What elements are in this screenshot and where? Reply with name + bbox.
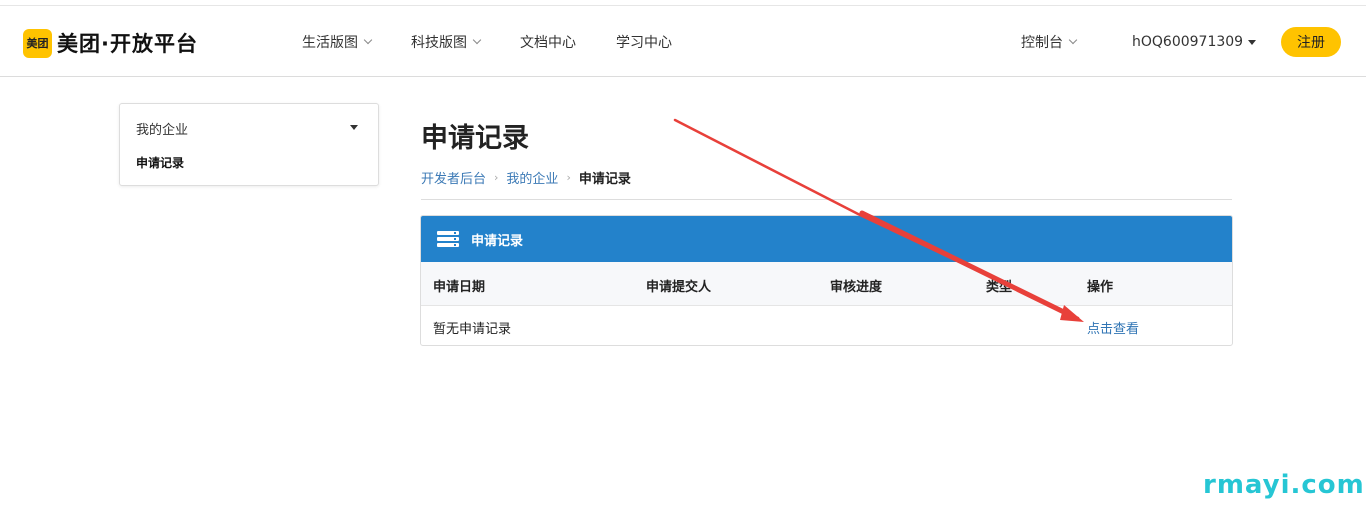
caret-down-icon bbox=[1248, 39, 1257, 45]
site-header: 美团 美团·开放平台 生活版图 科技版图 文档中心 学习中心 控制台 hOQ60… bbox=[0, 7, 1366, 77]
meituan-logo-icon: 美团 bbox=[23, 28, 52, 58]
breadcrumb-separator-icon: › bbox=[566, 171, 571, 184]
breadcrumb: 开发者后台 › 我的企业 › 申请记录 bbox=[421, 168, 631, 187]
server-list-icon bbox=[437, 230, 459, 248]
breadcrumb-my-enterprise[interactable]: 我的企业 bbox=[506, 168, 558, 187]
column-header-progress: 审核进度 bbox=[830, 280, 883, 295]
nav-item-docs[interactable]: 文档中心 bbox=[520, 32, 576, 52]
console-menu[interactable]: 控制台 bbox=[1021, 7, 1078, 77]
chevron-down-icon bbox=[1068, 35, 1078, 45]
table-row: 暂无申请记录 点击查看 bbox=[421, 306, 1232, 345]
column-header-date: 申请日期 bbox=[433, 280, 486, 295]
logo-text: 美团·开放平台 bbox=[57, 32, 198, 56]
view-details-link[interactable]: 点击查看 bbox=[1087, 318, 1139, 337]
empty-records-text: 暂无申请记录 bbox=[433, 322, 512, 337]
sidebar: 我的企业 申请记录 bbox=[119, 103, 379, 186]
sidebar-group-my-enterprise[interactable]: 我的企业 bbox=[136, 119, 188, 138]
nav-item-life-map[interactable]: 生活版图 bbox=[302, 32, 373, 52]
nav-item-learning[interactable]: 学习中心 bbox=[616, 32, 672, 52]
top-strip bbox=[0, 0, 1366, 6]
chevron-down-icon bbox=[363, 35, 373, 45]
logo[interactable]: 美团 美团·开放平台 bbox=[23, 28, 198, 58]
watermark: rmayi.com bbox=[1203, 470, 1365, 500]
nav-item-tech-map[interactable]: 科技版图 bbox=[411, 32, 482, 52]
column-header-action: 操作 bbox=[1087, 280, 1114, 295]
sidebar-item-application-records[interactable]: 申请记录 bbox=[136, 154, 184, 171]
panel-title: 申请记录 bbox=[471, 233, 524, 249]
column-header-submitter: 申请提交人 bbox=[646, 280, 712, 295]
caret-down-icon[interactable] bbox=[350, 125, 358, 130]
breadcrumb-current: 申请记录 bbox=[578, 172, 631, 187]
breadcrumb-developer-console[interactable]: 开发者后台 bbox=[421, 168, 486, 187]
table-header: 申请日期 申请提交人 审核进度 类型 操作 bbox=[421, 262, 1232, 306]
breadcrumb-separator-icon: › bbox=[494, 171, 499, 184]
divider bbox=[421, 199, 1232, 200]
user-menu[interactable]: hOQ600971309 bbox=[1132, 7, 1257, 77]
panel-header: 申请记录 bbox=[421, 216, 1232, 262]
main-nav: 生活版图 科技版图 文档中心 学习中心 bbox=[302, 7, 712, 77]
records-panel: 申请记录 申请日期 申请提交人 审核进度 类型 操作 暂无申请记录 点击查看 bbox=[420, 215, 1233, 346]
register-button[interactable]: 注册 bbox=[1281, 27, 1341, 57]
page-title: 申请记录 bbox=[421, 123, 529, 154]
column-header-type: 类型 bbox=[986, 280, 1013, 295]
chevron-down-icon bbox=[472, 35, 482, 45]
